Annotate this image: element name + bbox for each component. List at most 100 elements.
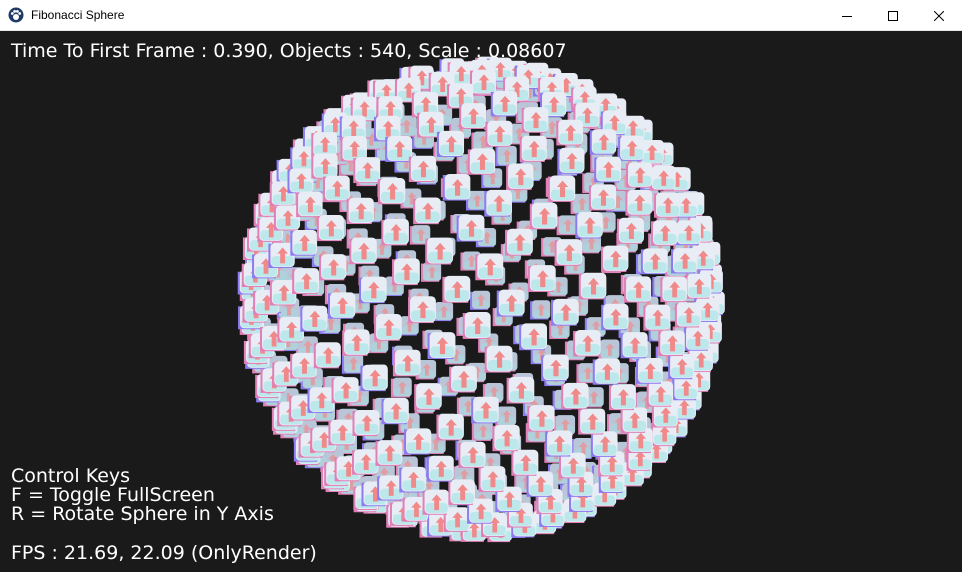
maximize-button[interactable] [870,0,916,31]
sphere-object [495,145,517,167]
sphere-object [636,357,663,384]
sphere-object [352,409,380,436]
sphere-object [404,428,432,455]
app-window: Fibonacci Sphere Time To First Frame : 0… [0,0,962,572]
sphere-object [527,265,556,292]
sphere-object [399,466,426,493]
close-icon [934,10,944,21]
sphere-object [425,237,454,265]
minimize-button[interactable] [824,0,870,31]
sphere-object [436,130,465,157]
stats-overlay: Time To First Frame : 0.390, Objects : 5… [11,40,567,62]
sphere-object [521,107,549,133]
sphere-object [353,157,381,184]
sphere-object [432,301,454,322]
sphere-object [620,407,648,433]
sphere-object [359,276,387,304]
sphere-object [462,312,491,339]
sphere-object [685,273,712,299]
sphere-object [590,431,618,457]
sphere-object [646,381,674,407]
sphere-object [475,253,504,281]
sphere-object [360,364,388,392]
sphere-object [342,329,370,356]
sphere-object [458,441,486,468]
sphere-object [620,332,648,359]
sphere-object [448,479,475,505]
sphere-object [675,220,701,246]
sphere-object [556,215,578,236]
sphere-object [467,148,496,175]
sphere-object [471,420,493,441]
sphere-object [545,430,573,457]
sphere-object [519,323,548,351]
sphere-object [601,303,629,331]
sphere-object [456,214,485,242]
sphere-object [654,192,681,218]
sphere-object [643,304,671,331]
render-viewport[interactable]: Time To First Frame : 0.390, Objects : 5… [0,31,962,572]
sphere-object [319,254,347,281]
sphere-object [575,212,603,239]
sphere-object [296,191,323,218]
sphere-object [616,217,644,244]
sphere-object [442,173,471,201]
sphere-object [381,397,409,425]
sphere-object [511,449,539,476]
sphere-object [277,316,304,343]
sphere-object [322,175,350,202]
minimize-icon [842,11,852,21]
sphere-object [331,377,359,404]
sphere-object [671,248,698,274]
sphere-object [541,354,569,382]
sphere-object [414,383,442,410]
sphere-object [307,387,335,413]
close-button[interactable] [916,0,962,31]
fps-overlay: FPS : 21.69, 22.09 (OnlyRender) [11,542,317,564]
sphere-object [672,375,699,401]
sphere-object [598,339,620,360]
sphere-object [459,103,486,129]
sphere-object [496,289,525,317]
sphere-object [436,413,464,441]
sphere-object [592,358,621,385]
sphere-object [640,248,668,275]
sphere-object [313,342,341,369]
sphere-object [578,408,606,435]
key-hint-rotate: R = Rotate Sphere in Y Axis [11,503,274,525]
sphere-object [506,376,535,404]
sphere-object [377,177,406,205]
sphere-object [346,197,374,225]
sphere-object [556,119,583,146]
sphere-object [650,220,678,246]
sphere-object [470,290,491,310]
sphere-object [381,218,409,246]
sphere-object [408,155,437,183]
sphere-object [626,162,653,188]
sphere-object [341,353,364,374]
sphere-object [392,258,420,286]
sphere-object [547,175,576,202]
sphere-object [290,352,317,379]
sphere-object [316,215,344,242]
sphere-object [413,197,441,225]
sphere-object [625,189,653,216]
title-bar[interactable]: Fibonacci Sphere [0,0,962,31]
sphere-object [420,262,442,282]
sphere-object [578,272,607,300]
sphere-object [287,168,314,194]
sphere-object [561,382,589,410]
sphere-object [327,292,356,319]
sphere-object [485,120,513,147]
sphere-object [385,135,413,162]
sphere-object [484,189,512,217]
sphere-object [349,237,377,265]
sphere-object [594,156,621,183]
sphere-object [527,405,555,432]
sphere-object [554,239,583,266]
sphere-object [408,296,436,324]
sphere-object [557,147,585,174]
sphere-object [608,384,636,411]
sphere-object [684,325,710,351]
sphere-object [490,90,518,117]
